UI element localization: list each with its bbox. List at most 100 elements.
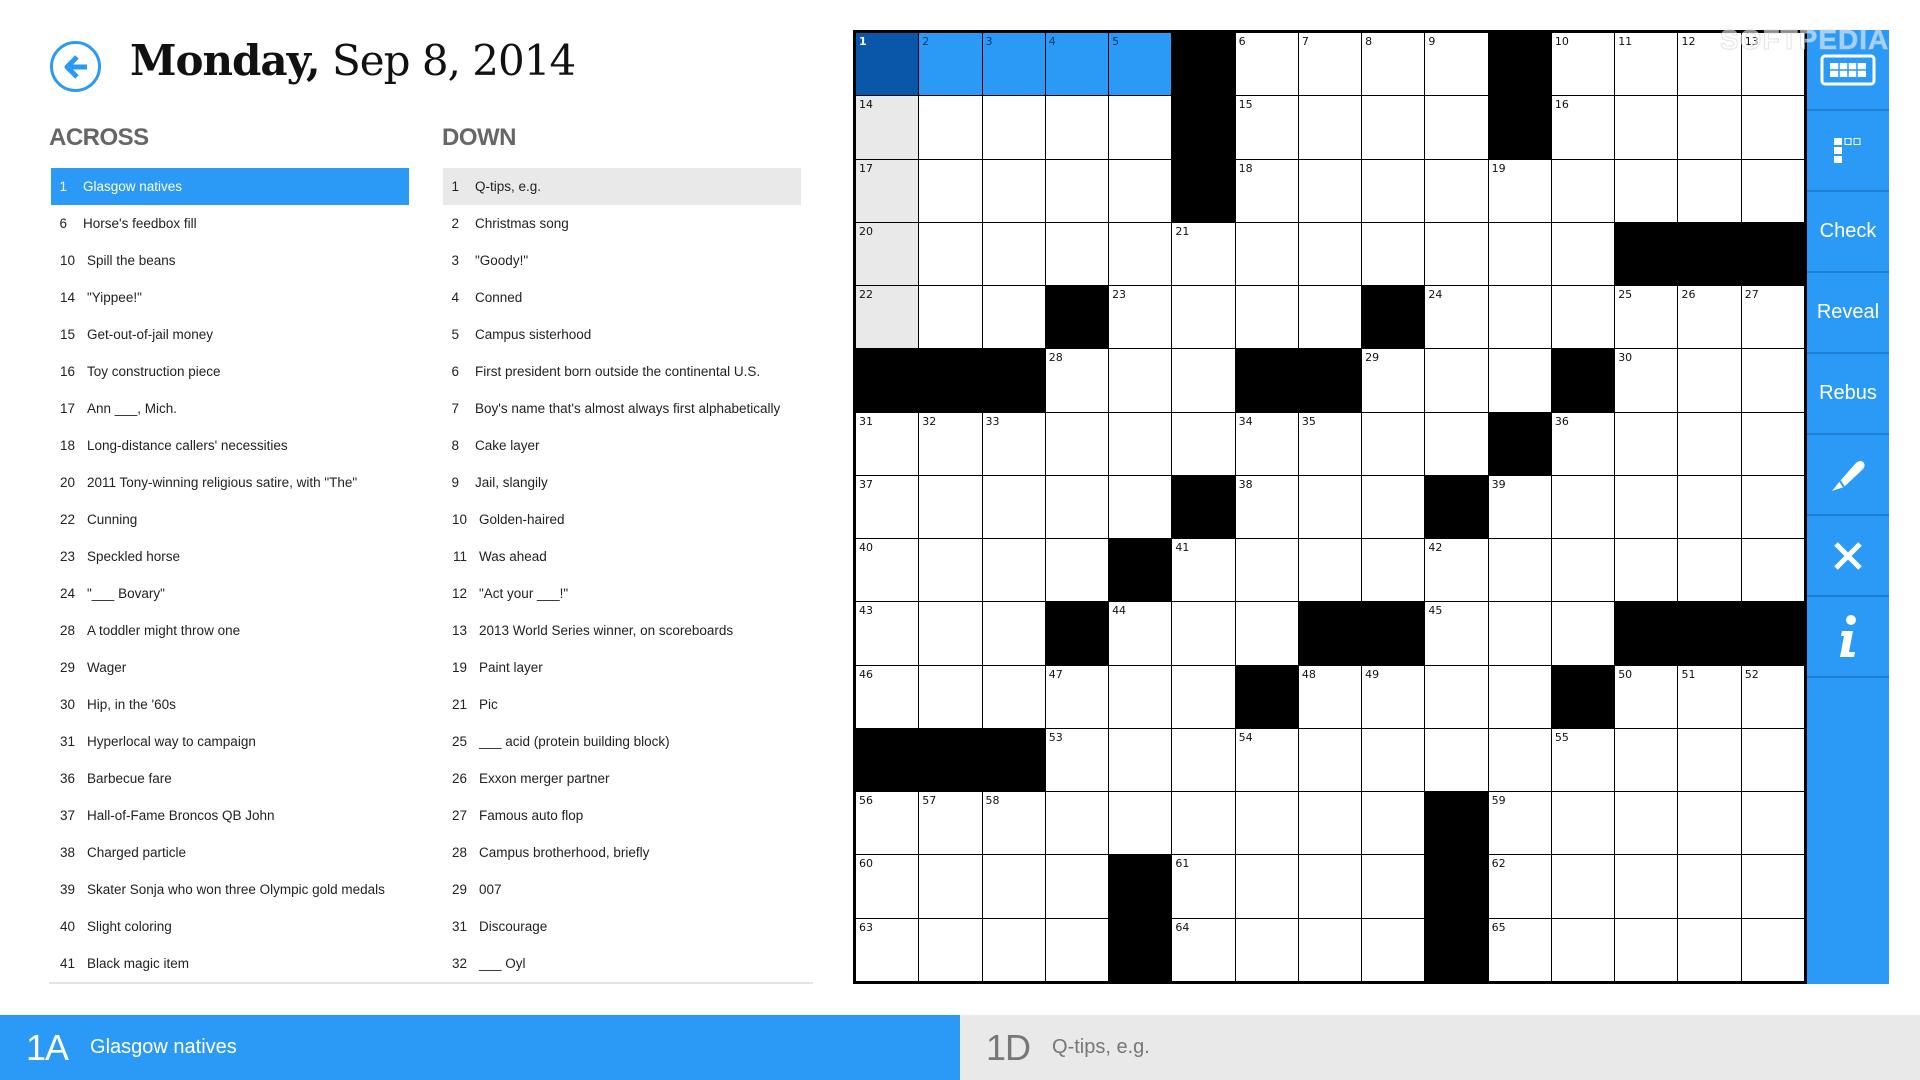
grid-cell[interactable]	[1425, 728, 1488, 792]
down-clue-item[interactable]: 19 Paint layer	[443, 649, 801, 686]
grid-cell[interactable]	[1615, 539, 1678, 602]
grid-cell[interactable]	[1109, 159, 1172, 222]
grid-cell[interactable]	[1172, 412, 1235, 475]
grid-cell[interactable]	[1109, 475, 1172, 539]
grid-cell[interactable]: 4	[1045, 33, 1109, 96]
grid-cell[interactable]: 57	[919, 792, 982, 855]
grid-cell[interactable]: 7	[1298, 33, 1362, 96]
across-clue-item[interactable]: 23 Speckled horse	[51, 538, 409, 575]
grid-cell[interactable]	[1615, 475, 1678, 539]
down-clue-item[interactable]: 4 Conned	[443, 279, 801, 316]
grid-cell[interactable]	[1235, 602, 1298, 665]
grid-cell[interactable]: 42	[1425, 539, 1488, 602]
grid-cell[interactable]	[1109, 665, 1172, 728]
grid-cell[interactable]	[1678, 728, 1741, 792]
grid-cell[interactable]	[1615, 96, 1678, 159]
grid-cell[interactable]: 44	[1109, 602, 1172, 665]
grid-cell[interactable]	[1109, 412, 1172, 475]
grid-cell[interactable]	[1488, 349, 1551, 412]
across-clue-item[interactable]: 28 A toddler might throw one	[51, 612, 409, 649]
down-clue-item[interactable]: 1 Q-tips, e.g.	[443, 168, 801, 205]
grid-cell[interactable]	[1741, 855, 1804, 918]
back-button[interactable]	[50, 41, 101, 92]
across-clue-item[interactable]: 16 Toy construction piece	[51, 353, 409, 390]
grid-cell[interactable]: 27	[1741, 286, 1804, 349]
grid-cell[interactable]	[919, 475, 982, 539]
grid-cell[interactable]: 21	[1172, 222, 1235, 286]
grid-cell[interactable]	[1551, 286, 1615, 349]
grid-cell[interactable]: 48	[1298, 665, 1362, 728]
down-clue-item[interactable]: 10 Golden-haired	[443, 501, 801, 538]
grid-cell[interactable]	[1425, 222, 1488, 286]
clear-button[interactable]	[1807, 516, 1889, 597]
grid-cell[interactable]: 64	[1172, 918, 1235, 981]
across-clue-item[interactable]: 39 Skater Sonja who won three Olympic gol…	[51, 871, 409, 908]
grid-cell[interactable]: 59	[1488, 792, 1551, 855]
grid-cell[interactable]	[919, 96, 982, 159]
across-clue-item[interactable]: 24 "___ Bovary"	[51, 575, 409, 612]
grid-cell[interactable]: 56	[856, 792, 919, 855]
grid-cell[interactable]	[1741, 539, 1804, 602]
across-clue-item[interactable]: 29 Wager	[51, 649, 409, 686]
grid-cell[interactable]	[919, 159, 982, 222]
grid-cell[interactable]: 11	[1615, 33, 1678, 96]
grid-cell[interactable]: 22	[856, 286, 919, 349]
grid-cell[interactable]: 3	[982, 33, 1045, 96]
grid-cell[interactable]	[1678, 412, 1741, 475]
grid-cell[interactable]	[1425, 665, 1488, 728]
down-clue-item[interactable]: 6 First president born outside the contin…	[443, 353, 801, 390]
grid-cell[interactable]	[1425, 349, 1488, 412]
grid-cell[interactable]	[1551, 792, 1615, 855]
across-clue-item[interactable]: 6 Horse's feedbox fill	[51, 205, 409, 242]
grid-cell[interactable]	[1235, 792, 1298, 855]
grid-cell[interactable]	[1172, 349, 1235, 412]
grid-cell[interactable]: 54	[1235, 728, 1298, 792]
across-clue-item[interactable]: 18 Long-distance callers' necessities	[51, 427, 409, 464]
grid-cell[interactable]: 62	[1488, 855, 1551, 918]
grid-cell[interactable]	[1362, 412, 1425, 475]
grid-cell[interactable]	[1298, 96, 1362, 159]
grid-cell[interactable]: 65	[1488, 918, 1551, 981]
grid-cell[interactable]	[1045, 475, 1109, 539]
across-clue-item[interactable]: 37 Hall-of-Fame Broncos QB John	[51, 797, 409, 834]
grid-cell[interactable]	[1678, 855, 1741, 918]
grid-cell[interactable]	[1172, 728, 1235, 792]
grid-cell[interactable]: 29	[1362, 349, 1425, 412]
down-clue-item[interactable]: 8 Cake layer	[443, 427, 801, 464]
pen-button[interactable]	[1807, 435, 1889, 516]
grid-cell[interactable]	[1551, 602, 1615, 665]
grid-cell[interactable]	[1298, 475, 1362, 539]
grid-cell[interactable]: 37	[856, 475, 919, 539]
grid-cell[interactable]	[1045, 412, 1109, 475]
grid-cell[interactable]	[1678, 475, 1741, 539]
grid-cell[interactable]	[1678, 918, 1741, 981]
grid-cell[interactable]	[1298, 728, 1362, 792]
grid-cell[interactable]	[1109, 96, 1172, 159]
grid-cell[interactable]	[1298, 918, 1362, 981]
grid-cell[interactable]	[919, 918, 982, 981]
grid-cell[interactable]: 8	[1362, 33, 1425, 96]
grid-cell[interactable]: 60	[856, 855, 919, 918]
current-down-clue-bar[interactable]: 1D Q-tips, e.g.	[960, 1015, 1920, 1080]
grid-cell[interactable]	[1362, 918, 1425, 981]
grid-cell[interactable]	[1235, 855, 1298, 918]
grid-cell[interactable]: 38	[1235, 475, 1298, 539]
grid-cell[interactable]	[1235, 222, 1298, 286]
grid-cell[interactable]	[1615, 855, 1678, 918]
grid-cell[interactable]	[1551, 222, 1615, 286]
grid-cell[interactable]	[1488, 286, 1551, 349]
grid-cell[interactable]	[982, 96, 1045, 159]
down-clue-item[interactable]: 9 Jail, slangily	[443, 464, 801, 501]
grid-cell[interactable]	[1551, 475, 1615, 539]
down-clue-item[interactable]: 13 2013 World Series winner, on scoreboar…	[443, 612, 801, 649]
grid-cell[interactable]	[1488, 222, 1551, 286]
grid-cell[interactable]	[982, 286, 1045, 349]
grid-cell[interactable]	[1741, 96, 1804, 159]
grid-cell[interactable]	[1362, 792, 1425, 855]
grid-cell[interactable]	[919, 286, 982, 349]
grid-cell[interactable]	[1362, 222, 1425, 286]
grid-cell[interactable]: 39	[1488, 475, 1551, 539]
grid-cell[interactable]	[982, 539, 1045, 602]
grid-cell[interactable]	[1298, 792, 1362, 855]
grid-cell[interactable]: 50	[1615, 665, 1678, 728]
